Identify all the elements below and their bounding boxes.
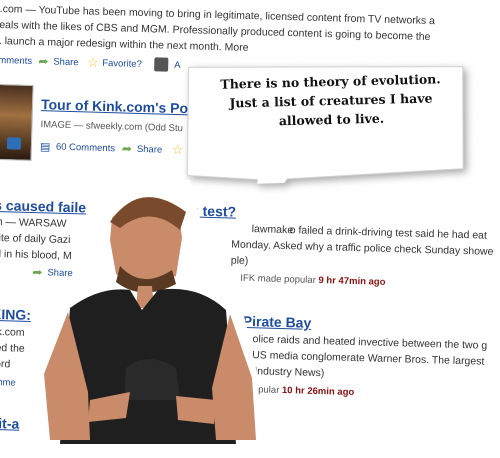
- story4-line3-left: vord: [0, 357, 11, 371]
- story1-comments-link[interactable]: mments: [0, 55, 32, 67]
- speech-bubble-text: There is no theory of evolution. Just a …: [185, 68, 476, 132]
- story5-title-left[interactable]: Hit-a: [0, 415, 20, 432]
- share-icon: ➦: [121, 141, 133, 156]
- story1-share-link[interactable]: Share: [53, 57, 79, 69]
- story1-favorite-link[interactable]: Favorite?: [102, 58, 142, 70]
- story2-meta: IMAGE — sfweekly.com (Odd Stu: [40, 119, 184, 135]
- person-cutout: [30, 180, 262, 444]
- avatar: [154, 57, 169, 72]
- story3-time: 9 hr 47min ago: [318, 275, 386, 288]
- share-icon: ➦: [38, 54, 49, 69]
- story4-line2-left: ced the: [0, 341, 25, 355]
- story2-share-link[interactable]: Share: [137, 144, 163, 156]
- story4-time: 10 hr 26min ago: [281, 385, 355, 399]
- story2-comments-link[interactable]: 60 Comments: [56, 142, 115, 155]
- story4-comments-link[interactable]: omme: [0, 377, 16, 389]
- camera-icon: [6, 137, 22, 150]
- story4-line1-left: ak.com: [0, 325, 25, 339]
- star-icon: ☆: [87, 54, 100, 70]
- story4-title-left[interactable]: KING:: [0, 306, 31, 323]
- comment-icon: ▤: [39, 141, 51, 154]
- story2-title[interactable]: Tour of Kink.com's Por: [41, 96, 194, 116]
- story2-thumbnail[interactable]: [0, 83, 34, 161]
